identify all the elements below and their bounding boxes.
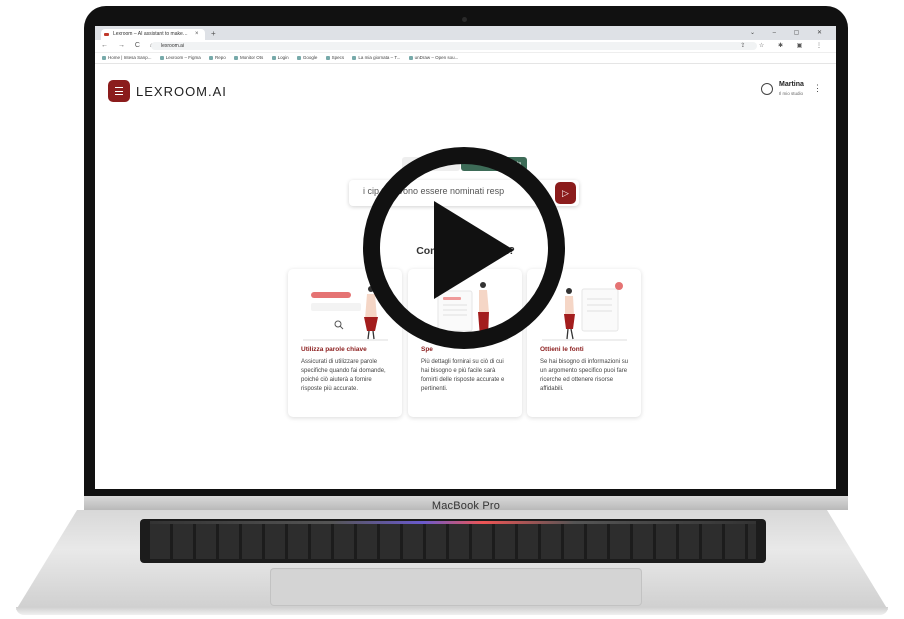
browser-tab[interactable]: Lexroom – AI assistant to make… [101, 29, 205, 40]
tip-card-body: Più dettagli fornirai su ciò di cui hai … [421, 359, 505, 392]
bookmark-item[interactable]: Monitor Ots [234, 53, 263, 63]
browser-tab-strip [95, 26, 836, 40]
bookmark-item[interactable]: La mia giornata – T... [352, 53, 400, 63]
browser-toolbar-icons[interactable]: ⇪ ☆ ✱ ▣ ⋮ [740, 40, 828, 52]
tab-close-icon[interactable]: × [195, 29, 199, 40]
tip-card-body: Se hai bisogno di informazioni su un arg… [540, 359, 629, 392]
nav-buttons-icon[interactable]: ← → C ⌂ [101, 40, 158, 52]
hamburger-icon [115, 87, 123, 89]
play-icon[interactable] [434, 201, 514, 299]
bookmark-item[interactable]: unDraw – Open sou... [409, 53, 459, 63]
bookmark-item[interactable]: Specs [326, 53, 345, 63]
hamburger-icon-line [115, 90, 123, 92]
send-button[interactable]: ▷ [555, 182, 576, 204]
bookmark-item[interactable]: Home | Intesa Sanp... [102, 53, 151, 63]
bookmark-item[interactable]: Repo [209, 53, 226, 63]
tip-card-body: Assicurati di utilizzare parole specific… [301, 359, 386, 392]
user-avatar-icon[interactable] [761, 83, 773, 95]
app-logo[interactable]: LEXROOM.AI [136, 84, 227, 99]
window-controls[interactable]: ⌄ – ▢ ✕ [750, 28, 830, 39]
touch-bar [150, 521, 756, 524]
tip-card-title: Ottieni le fonti [540, 346, 584, 353]
user-subtitle: Il mio studio [779, 91, 804, 96]
keyboard-keys [150, 523, 756, 559]
menu-button[interactable] [108, 80, 130, 102]
tip-card-title: Spe [421, 346, 433, 353]
bookmarks-bar: Home | Intesa Sanp... Lexroom – Figma Re… [95, 53, 836, 64]
bookmark-item[interactable]: Login [272, 53, 289, 63]
tab-favicon-icon [104, 33, 109, 36]
user-name[interactable]: Martina [779, 81, 804, 88]
new-tab-button[interactable]: + [211, 28, 216, 39]
bookmark-item[interactable]: Google [297, 53, 318, 63]
tip-card-title: Utilizza parole chiave [301, 346, 367, 353]
laptop-front-edge [16, 607, 888, 615]
camera-icon [462, 17, 467, 22]
url-input[interactable]: lexroom.ai [151, 42, 757, 50]
trackpad [270, 568, 642, 606]
more-options-icon[interactable]: ⋮ [813, 84, 822, 93]
hamburger-icon-line [115, 94, 123, 96]
bookmark-item[interactable]: Lexroom – Figma [160, 53, 201, 63]
